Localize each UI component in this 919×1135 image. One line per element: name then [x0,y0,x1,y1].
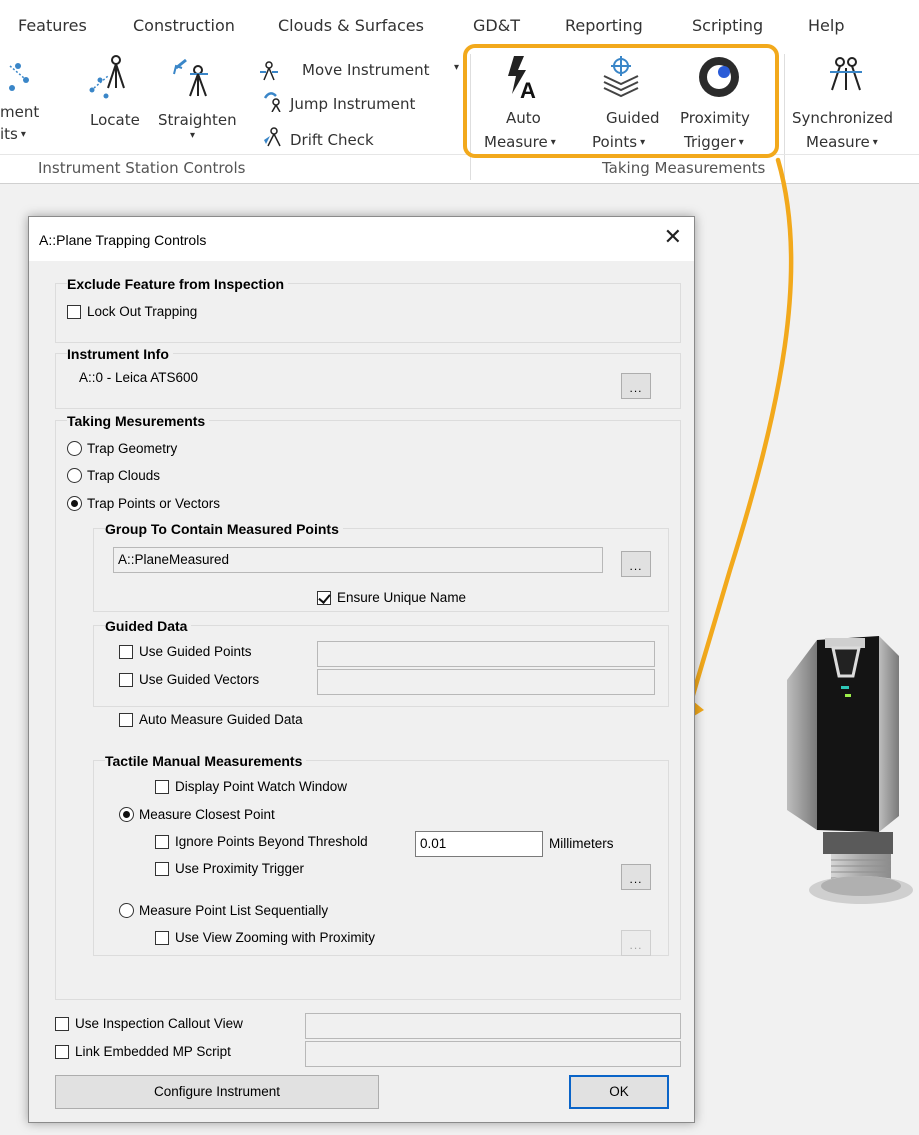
instrument-browse-button[interactable]: ... [621,373,651,399]
synchronized-measure-icon[interactable] [826,54,866,98]
lock-out-trapping-label[interactable]: Lock Out Trapping [87,304,197,320]
move-instrument-icon[interactable] [258,60,280,82]
measure-closest-point-label[interactable]: Measure Closest Point [139,807,275,823]
plane-trapping-dialog: A::Plane Trapping Controls ✕ Exclude Fea… [28,216,695,1123]
straighten-button-label[interactable]: Straighten [158,110,237,130]
trap-points-vectors-radio[interactable] [67,496,82,511]
use-proximity-trigger-label[interactable]: Use Proximity Trigger [175,861,304,877]
trap-points-vectors-label[interactable]: Trap Points or Vectors [87,496,220,512]
measure-sequential-radio[interactable] [119,903,134,918]
guided-points-field[interactable] [317,641,655,667]
use-guided-vectors-checkbox[interactable] [119,673,133,687]
guided-vectors-field[interactable] [317,669,655,695]
display-point-watch-label[interactable]: Display Point Watch Window [175,779,347,795]
locate-button-label[interactable]: Locate [90,110,140,130]
move-instrument-button[interactable]: Move Instrument [302,60,430,80]
dialog-title: A::Plane Trapping Controls [39,232,207,248]
drift-check-button[interactable]: Drift Check [290,130,374,150]
move-dropdown-icon[interactable]: ▾ [454,58,459,78]
display-point-watch-checkbox[interactable] [155,780,169,794]
ok-button[interactable]: OK [569,1075,669,1109]
exclude-feature-title: Exclude Feature from Inspection [67,276,289,292]
instrument-info-title: Instrument Info [67,346,173,362]
use-view-zooming-checkbox[interactable] [155,931,169,945]
drift-check-icon[interactable] [262,126,286,148]
threshold-input[interactable]: 0.01 [415,831,543,857]
measure-closest-point-radio[interactable] [119,807,134,822]
ignore-beyond-threshold-label[interactable]: Ignore Points Beyond Threshold [175,834,368,850]
menu-help[interactable]: Help [808,16,844,35]
group-name-field[interactable]: A::PlaneMeasured [113,547,603,573]
ribbon-cut-item-label-2[interactable]: its [0,124,26,145]
measure-sequential-label[interactable]: Measure Point List Sequentially [139,903,328,919]
jump-instrument-icon[interactable] [262,90,284,112]
taking-measurements-title: Taking Mesurements [67,413,210,429]
configure-instrument-button[interactable]: Configure Instrument [55,1075,379,1109]
instrument-name: A::0 - Leica ATS600 [79,370,199,385]
use-proximity-trigger-checkbox[interactable] [155,862,169,876]
use-callout-view-checkbox[interactable] [55,1017,69,1031]
trap-geometry-label[interactable]: Trap Geometry [87,441,177,457]
locate-icon[interactable] [86,54,134,100]
link-mp-script-label[interactable]: Link Embedded MP Script [75,1044,231,1060]
instrument-station-controls-label: Instrument Station Controls [38,159,246,177]
auto-measure-guided-label[interactable]: Auto Measure Guided Data [139,712,303,728]
ensure-unique-name-checkbox[interactable] [317,591,331,605]
jump-instrument-button[interactable]: Jump Instrument [290,94,415,114]
threshold-units-label: Millimeters [549,836,614,851]
auto-measure-guided-checkbox[interactable] [119,713,133,727]
proximity-browse-button[interactable]: ... [621,864,651,890]
group-browse-button[interactable]: ... [621,551,651,577]
synchronized-measure-label-2[interactable]: Measure [806,132,878,153]
group-contain-title: Group To Contain Measured Points [105,521,343,537]
menu-reporting[interactable]: Reporting [565,16,643,35]
ignore-beyond-threshold-checkbox[interactable] [155,835,169,849]
close-icon[interactable]: ✕ [664,225,682,250]
ribbon-divider [0,154,470,155]
menu-construction[interactable]: Construction [133,16,235,35]
callout-view-field[interactable] [305,1013,681,1039]
instrument-network-icon [9,63,29,91]
dialog-titlebar[interactable]: A::Plane Trapping Controls ✕ [29,217,694,261]
ribbon-cut-item-label[interactable]: ment [0,102,39,122]
zoom-browse-button[interactable]: ... [621,930,651,956]
highlight-box [463,44,779,158]
straighten-dropdown-icon[interactable]: ▾ [190,126,195,146]
synchronized-measure-label[interactable]: Synchronized [792,108,893,128]
trap-clouds-label[interactable]: Trap Clouds [87,468,160,484]
laser-tracker-image [787,636,913,904]
lock-out-trapping-checkbox[interactable] [67,305,81,319]
use-view-zooming-label[interactable]: Use View Zooming with Proximity [175,930,375,946]
guided-data-title: Guided Data [105,618,192,634]
trap-geometry-radio[interactable] [67,441,82,456]
straighten-icon[interactable] [170,54,216,100]
trap-clouds-radio[interactable] [67,468,82,483]
use-guided-points-label[interactable]: Use Guided Points [139,644,252,660]
tactile-title: Tactile Manual Measurements [105,753,307,769]
use-callout-view-label[interactable]: Use Inspection Callout View [75,1016,243,1032]
ensure-unique-name-label[interactable]: Ensure Unique Name [337,590,466,606]
mp-script-field[interactable] [305,1041,681,1067]
menu-features[interactable]: Features [18,16,87,35]
menu-bar: Features Construction Clouds & Surfaces … [0,0,919,50]
menu-clouds-surfaces[interactable]: Clouds & Surfaces [278,16,424,35]
use-guided-points-checkbox[interactable] [119,645,133,659]
menu-scripting[interactable]: Scripting [692,16,763,35]
use-guided-vectors-label[interactable]: Use Guided Vectors [139,672,259,688]
link-mp-script-checkbox[interactable] [55,1045,69,1059]
menu-gdt[interactable]: GD&T [473,16,520,35]
